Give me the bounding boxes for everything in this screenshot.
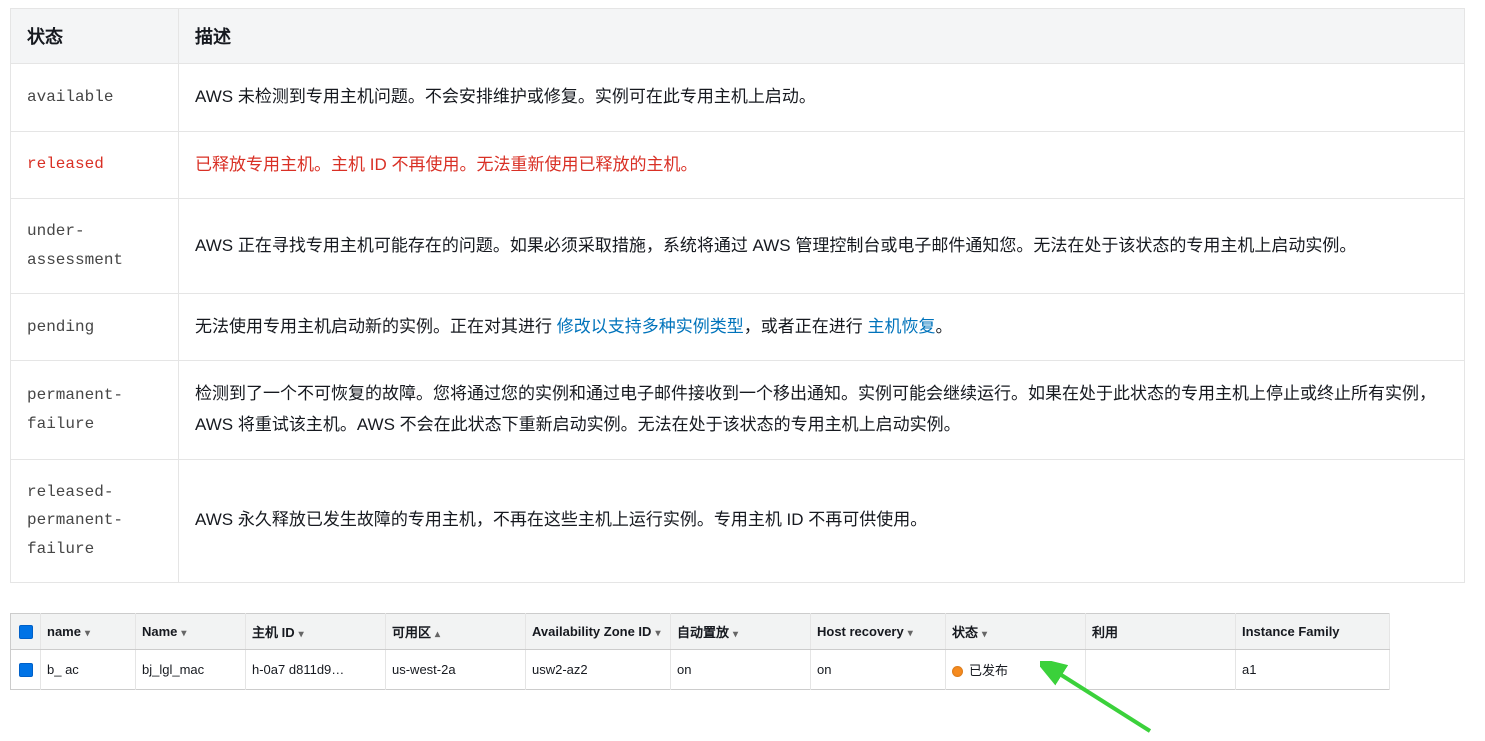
- checkbox-icon[interactable]: [19, 663, 33, 677]
- hosts-grid: name▾ Name▾ 主机 ID▾ 可用区▴ Availability Zon…: [10, 613, 1390, 690]
- link-host-recovery[interactable]: 主机恢复: [867, 317, 935, 336]
- grid-header-row: name▾ Name▾ 主机 ID▾ 可用区▴ Availability Zon…: [11, 613, 1390, 649]
- status-code: under-assessment: [11, 199, 179, 294]
- sort-caret-icon: ▴: [435, 629, 440, 640]
- sort-caret-icon: ▾: [733, 629, 738, 640]
- col-header-auto-place[interactable]: 自动置放▾: [671, 613, 811, 649]
- cell-util: [1086, 649, 1236, 689]
- status-row-permanent-failure: permanent-failure 检测到了一个不可恢复的故障。您将通过您的实例…: [11, 361, 1465, 459]
- state-text: 已发布: [969, 663, 1008, 678]
- cell-state: 已发布: [946, 649, 1086, 689]
- checkbox-icon[interactable]: [19, 625, 33, 639]
- status-desc: 已释放专用主机。主机 ID 不再使用。无法重新使用已释放的主机。: [179, 131, 1465, 199]
- status-definitions-table: 状态 描述 available AWS 未检测到专用主机问题。不会安排维护或修复…: [10, 8, 1465, 583]
- sort-caret-icon: ▾: [181, 628, 186, 639]
- row-checkbox-cell[interactable]: [11, 649, 41, 689]
- status-code: released: [11, 131, 179, 199]
- grid-row[interactable]: b_ ac bj_lgl_mac h-0a7 d811d9… us-west-2…: [11, 649, 1390, 689]
- status-dot-icon: [952, 666, 963, 677]
- sort-caret-icon: ▾: [982, 629, 987, 640]
- col-header-host-recovery[interactable]: Host recovery▾: [811, 613, 946, 649]
- cell-auto-place: on: [671, 649, 811, 689]
- col-header-util[interactable]: 利用: [1086, 613, 1236, 649]
- status-row-pending: pending 无法使用专用主机启动新的实例。正在对其进行 修改以支持多种实例类…: [11, 293, 1465, 361]
- col-header-name-lc[interactable]: name▾: [41, 613, 136, 649]
- sort-caret-icon: ▾: [85, 628, 90, 639]
- col-header-state[interactable]: 状态▾: [946, 613, 1086, 649]
- col-header-desc: 描述: [179, 9, 1465, 64]
- col-header-state: 状态: [11, 9, 179, 64]
- text-segment: ，或者正在进行: [744, 317, 868, 336]
- status-desc: 检测到了一个不可恢复的故障。您将通过您的实例和通过电子邮件接收到一个移出通知。实…: [179, 361, 1465, 459]
- link-modify-instance-types[interactable]: 修改以支持多种实例类型: [557, 317, 744, 336]
- sort-caret-icon: ▾: [908, 628, 913, 639]
- cell-az: us-west-2a: [386, 649, 526, 689]
- status-code: available: [11, 64, 179, 132]
- status-code: pending: [11, 293, 179, 361]
- cell-host-recovery: on: [811, 649, 946, 689]
- col-header-name-uc[interactable]: Name▾: [136, 613, 246, 649]
- status-row-released: released 已释放专用主机。主机 ID 不再使用。无法重新使用已释放的主机…: [11, 131, 1465, 199]
- cell-host-id: h-0a7 d811d9…: [246, 649, 386, 689]
- status-desc: AWS 未检测到专用主机问题。不会安排维护或修复。实例可在此专用主机上启动。: [179, 64, 1465, 132]
- col-header-az[interactable]: 可用区▴: [386, 613, 526, 649]
- cell-name-lc: b_ ac: [41, 649, 136, 689]
- col-header-instance-family[interactable]: Instance Family: [1236, 613, 1390, 649]
- status-row-under-assessment: under-assessment AWS 正在寻找专用主机可能存在的问题。如果必…: [11, 199, 1465, 294]
- cell-instance-family: a1: [1236, 649, 1390, 689]
- status-code: permanent-failure: [11, 361, 179, 459]
- col-header-az-id[interactable]: Availability Zone ID▾: [526, 613, 671, 649]
- col-header-host-id[interactable]: 主机 ID▾: [246, 613, 386, 649]
- status-code: released-permanent-failure: [11, 459, 179, 582]
- cell-name-uc: bj_lgl_mac: [136, 649, 246, 689]
- status-desc: 无法使用专用主机启动新的实例。正在对其进行 修改以支持多种实例类型，或者正在进行…: [179, 293, 1465, 361]
- status-desc: AWS 永久释放已发生故障的专用主机，不再在这些主机上运行实例。专用主机 ID …: [179, 459, 1465, 582]
- sort-caret-icon: ▾: [655, 628, 660, 639]
- status-desc: AWS 正在寻找专用主机可能存在的问题。如果必须采取措施，系统将通过 AWS 管…: [179, 199, 1465, 294]
- text-segment: 。: [935, 317, 952, 336]
- text-segment: 无法使用专用主机启动新的实例。正在对其进行: [195, 317, 557, 336]
- cell-az-id: usw2-az2: [526, 649, 671, 689]
- select-all-checkbox-cell[interactable]: [11, 613, 41, 649]
- status-row-released-permanent-failure: released-permanent-failure AWS 永久释放已发生故障…: [11, 459, 1465, 582]
- sort-caret-icon: ▾: [299, 629, 304, 640]
- status-row-available: available AWS 未检测到专用主机问题。不会安排维护或修复。实例可在此…: [11, 64, 1465, 132]
